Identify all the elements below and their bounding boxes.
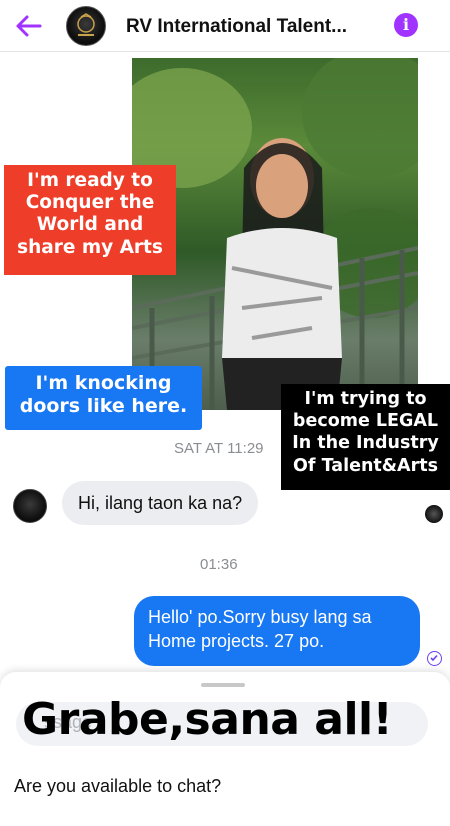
arrow-left-icon	[16, 15, 42, 37]
sent-check-icon	[427, 651, 442, 666]
rv-logo-icon	[77, 13, 95, 36]
back-button[interactable]	[14, 12, 44, 40]
chat-header: RV International Talent... i	[0, 0, 450, 52]
caption-red: I'm ready to Conquer the World and share…	[4, 165, 176, 275]
message-sheet: ssage Grabe,sana all! Are you available …	[0, 672, 450, 826]
page-title[interactable]: RV International Talent...	[126, 16, 376, 38]
seen-avatar	[425, 505, 443, 523]
message-timestamp: 01:36	[200, 556, 238, 573]
caption-blue: I'm knocking doors like here.	[5, 366, 202, 430]
info-button[interactable]: i	[394, 13, 418, 37]
sender-avatar[interactable]	[13, 489, 47, 523]
drag-handle[interactable]	[201, 683, 245, 687]
page-avatar[interactable]	[66, 6, 106, 46]
chat-prompt[interactable]: Are you available to chat?	[14, 776, 221, 797]
outgoing-message[interactable]: Hello' po.Sorry busy lang sa Home projec…	[134, 596, 420, 666]
info-icon: i	[402, 15, 410, 34]
message-timestamp: SAT AT 11:29	[174, 440, 264, 457]
overlay-caption: Grabe,sana all!	[22, 694, 393, 745]
incoming-message[interactable]: Hi, ilang taon ka na?	[62, 481, 259, 525]
caption-black: I'm trying to become LEGAL In the Indust…	[281, 384, 450, 490]
